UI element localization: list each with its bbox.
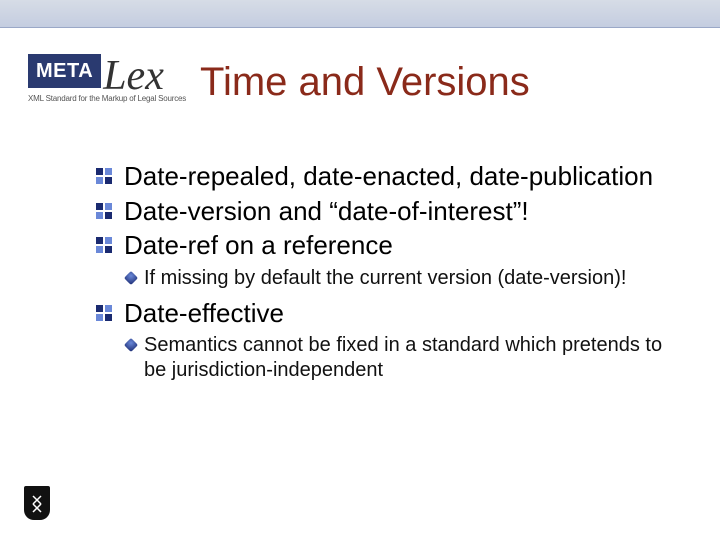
logo-lex-script: Lex <box>103 60 164 94</box>
bullet-level1: Date-version and “date-of-interest”! <box>96 195 680 228</box>
subbullet-text: Semantics cannot be fixed in a standard … <box>144 334 662 381</box>
window-top-bar <box>0 0 720 28</box>
slide-title: Time and Versions <box>200 60 530 105</box>
bullet-level1: Date-ref on a reference <box>96 229 680 262</box>
bullet-text: Date-ref on a reference <box>124 230 393 260</box>
emblem-icon <box>29 492 45 514</box>
bullet-icon <box>96 305 112 321</box>
subbullet-text: If missing by default the current versio… <box>144 267 626 289</box>
slide-content: Date-repealed, date-enacted, date-public… <box>96 160 680 389</box>
bullet-level2: Semantics cannot be fixed in a standard … <box>126 333 680 383</box>
corner-emblem <box>24 486 50 520</box>
bullet-icon <box>96 168 112 184</box>
bullet-level1: Date-repealed, date-enacted, date-public… <box>96 160 680 193</box>
logo-meta-box: META <box>28 54 101 88</box>
bullet-icon <box>96 203 112 219</box>
bullet-text: Date-effective <box>124 298 284 328</box>
bullet-text: Date-version and “date-of-interest”! <box>124 196 529 226</box>
logo-top-row: META Lex <box>28 54 188 88</box>
bullet-level1: Date-effective <box>96 297 680 330</box>
bullet-text: Date-repealed, date-enacted, date-public… <box>124 161 653 191</box>
bullet-icon <box>96 237 112 253</box>
bullet-level2: If missing by default the current versio… <box>126 266 680 291</box>
metalex-logo: META Lex XML Standard for the Markup of … <box>28 54 188 103</box>
